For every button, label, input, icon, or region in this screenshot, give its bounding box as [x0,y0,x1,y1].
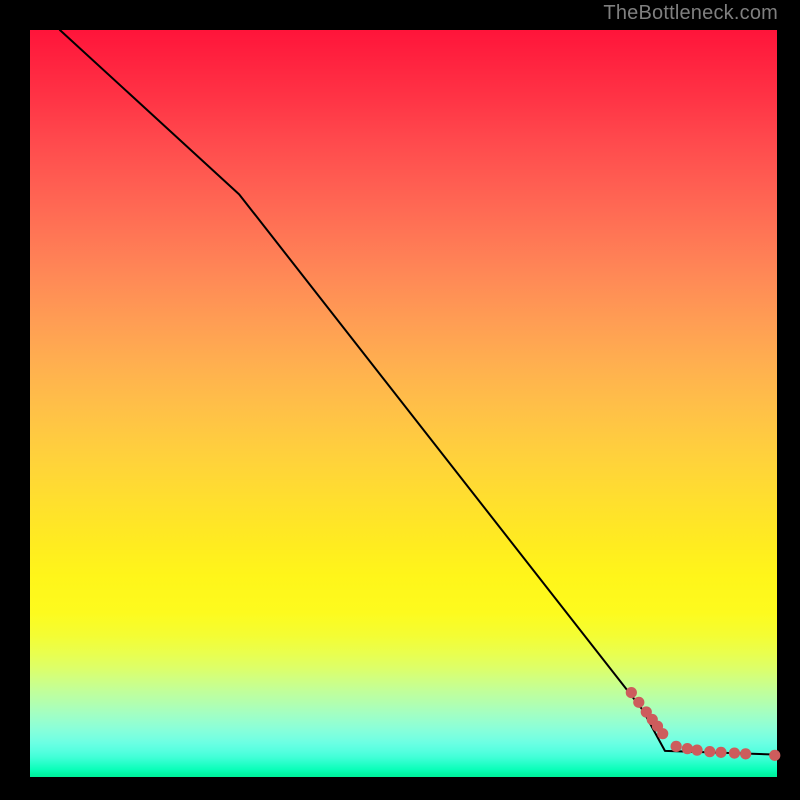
data-points-cluster [626,687,781,761]
chart-overlay [30,30,777,777]
data-point [769,750,780,761]
bottleneck-curve [60,30,777,755]
data-point [715,747,726,758]
data-point [729,747,740,758]
data-point [671,741,682,752]
data-point [682,743,693,754]
attribution-text: TheBottleneck.com [603,2,778,25]
data-point [657,728,668,739]
chart-container: TheBottleneck.com [0,0,800,800]
data-point [740,748,751,759]
data-point [633,697,644,708]
data-point [704,746,715,757]
data-point [626,687,637,698]
data-point [691,745,702,756]
